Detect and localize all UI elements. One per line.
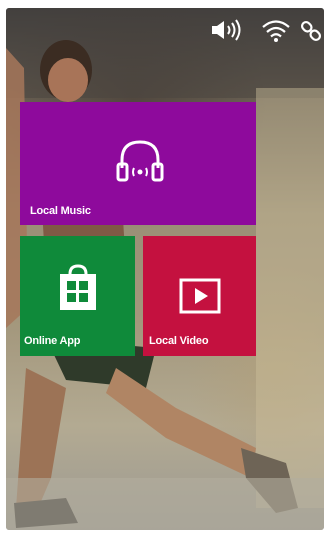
online-app-label: Online App xyxy=(24,335,81,347)
play-icon xyxy=(179,278,221,319)
volume-icon xyxy=(211,19,245,46)
local-music-tile[interactable]: Local Music xyxy=(20,102,256,225)
store-bag-icon xyxy=(56,264,100,317)
local-music-label: Local Music xyxy=(30,205,91,217)
wifi-icon xyxy=(261,19,291,48)
local-video-label: Local Video xyxy=(149,335,209,347)
headphones-icon xyxy=(114,138,166,189)
online-app-tile[interactable]: Online App xyxy=(20,236,135,356)
local-video-tile[interactable]: Local Video xyxy=(143,236,256,356)
home-screen: Local Music Online App Local Video xyxy=(6,8,324,530)
link-icon xyxy=(300,19,322,48)
